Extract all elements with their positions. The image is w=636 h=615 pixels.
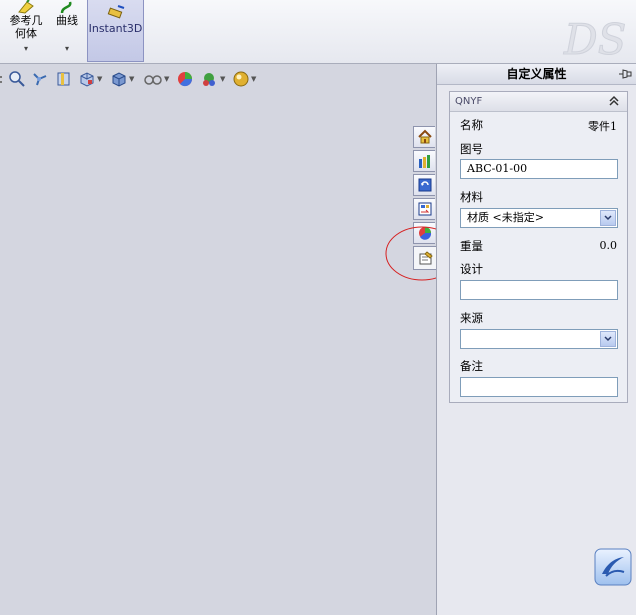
curves-button[interactable]: 曲线 ▾ — [52, 0, 82, 55]
name-value: 零件1 — [588, 120, 617, 133]
reference-geometry-label-1: 参考几 — [9, 14, 43, 27]
custom-properties-panel: 自定义属性 QNYF 名称 零件1 图号 ABC-01-00 材料 材质 <未指… — [436, 64, 636, 615]
material-select[interactable]: 材质 <未指定> — [460, 208, 618, 228]
group-title: QNYF — [455, 96, 483, 107]
apply-scene-icon[interactable]: ▼ — [199, 69, 225, 89]
home-icon — [417, 129, 432, 144]
dropdown-arrow-icon[interactable] — [600, 331, 616, 347]
drawing-no-value: ABC-01-00 — [467, 162, 528, 175]
remark-field[interactable] — [460, 377, 618, 397]
collapse-chevron-icon[interactable] — [607, 94, 621, 108]
reference-geometry-button[interactable]: 参考几 何体 ▾ — [6, 0, 46, 55]
group-header[interactable]: QNYF — [450, 92, 627, 112]
previous-view-icon[interactable] — [31, 69, 49, 89]
curves-label: 曲线 — [56, 14, 78, 27]
drawing-no-label: 图号 — [460, 142, 483, 156]
drawing-no-field[interactable]: ABC-01-00 — [460, 159, 618, 179]
view-settings-icon[interactable]: ▼ — [232, 69, 256, 89]
ds-logo-icon: DS — [563, 15, 627, 61]
tab-design-library[interactable] — [413, 150, 435, 172]
solidworks-app-icon[interactable] — [594, 548, 632, 586]
display-style-icon[interactable]: ▼ — [110, 69, 134, 89]
svg-text:DS: DS — [563, 15, 626, 60]
instant3d-button[interactable]: Instant3D — [87, 0, 144, 62]
graphics-area[interactable] — [0, 91, 436, 615]
command-manager-ribbon: 参考几 何体 ▾ 曲线 ▾ Instant3D DS — [0, 0, 636, 64]
name-label: 名称 — [460, 118, 483, 132]
design-field[interactable] — [460, 280, 618, 300]
weight-value: 0.0 — [599, 239, 618, 252]
reference-geometry-icon — [18, 0, 34, 14]
view-palette-icon — [418, 202, 431, 216]
view-orientation-icon[interactable]: ▼ — [78, 69, 102, 89]
panel-title-bar: 自定义属性 — [437, 64, 636, 85]
tab-home[interactable] — [413, 126, 435, 148]
hide-show-items-icon[interactable]: ▼ — [143, 69, 169, 89]
source-label: 来源 — [460, 311, 483, 325]
section-view-icon[interactable] — [55, 69, 73, 89]
dropdown-arrow-icon[interactable] — [600, 210, 616, 226]
design-label: 设计 — [460, 262, 483, 276]
design-library-icon — [418, 155, 430, 168]
dropdown-arrow-icon[interactable]: ▾ — [52, 42, 82, 55]
curve-icon — [60, 1, 72, 14]
separator-icon — [0, 69, 4, 89]
instant3d-icon — [107, 5, 124, 19]
file-explorer-icon — [418, 178, 431, 192]
properties-group: QNYF 名称 零件1 图号 ABC-01-00 材料 材质 <未指定> 重量 … — [449, 91, 628, 403]
reference-geometry-label-2: 何体 — [15, 27, 37, 40]
material-value: 材质 <未指定> — [467, 211, 544, 224]
pin-icon[interactable] — [618, 68, 632, 80]
remark-label: 备注 — [460, 359, 483, 373]
weight-label: 重量 — [460, 239, 483, 253]
material-label: 材料 — [460, 190, 483, 204]
edit-appearance-icon[interactable] — [176, 69, 194, 89]
dropdown-arrow-icon[interactable]: ▾ — [6, 42, 46, 55]
zoom-to-area-icon[interactable] — [8, 69, 26, 89]
heads-up-view-toolbar: ▼ ▼ ▼ ▼ ▼ — [0, 67, 430, 91]
source-select[interactable] — [460, 329, 618, 349]
tab-file-explorer[interactable] — [413, 174, 435, 196]
instant3d-label: Instant3D — [88, 22, 143, 35]
panel-title: 自定义属性 — [506, 67, 567, 81]
tab-view-palette[interactable] — [413, 198, 435, 220]
